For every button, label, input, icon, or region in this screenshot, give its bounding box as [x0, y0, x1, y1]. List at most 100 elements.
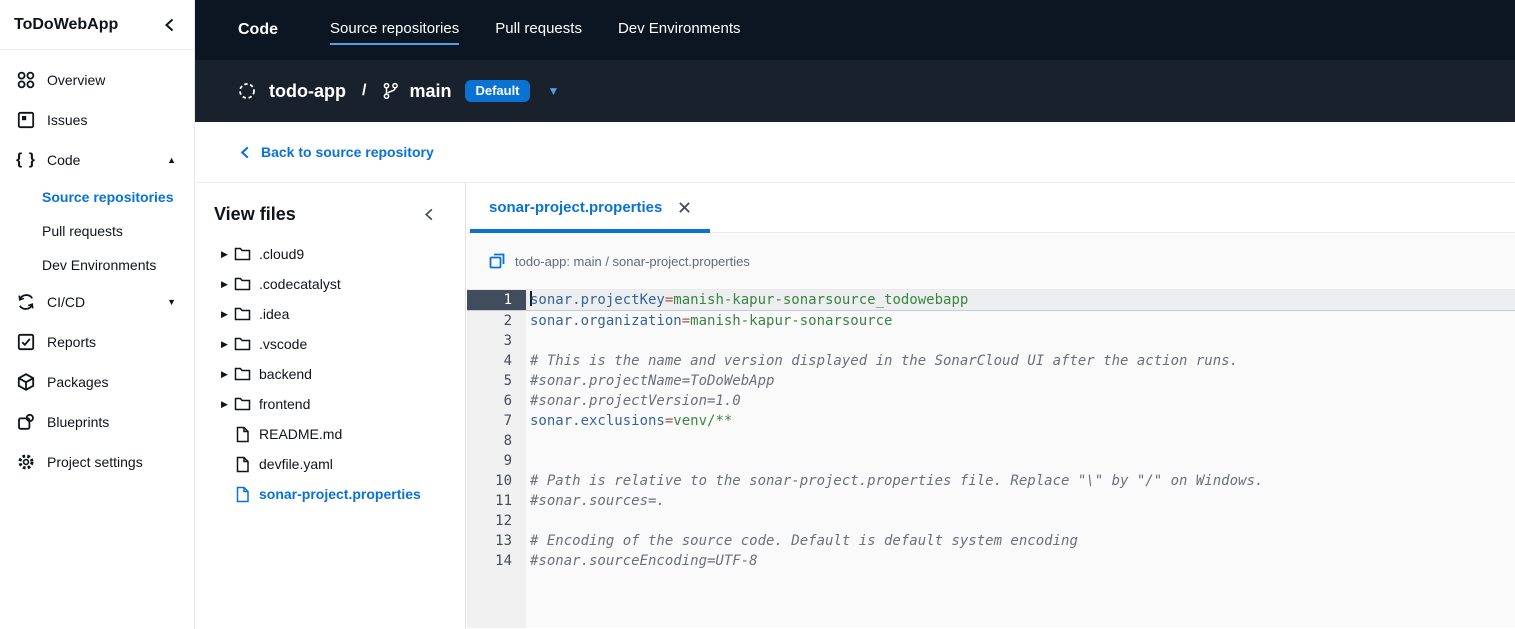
sidebar-item-pull-requests[interactable]: Pull requests	[0, 214, 194, 248]
line-number: 6	[503, 393, 512, 409]
close-tab-icon[interactable]	[678, 201, 691, 214]
view-files-panel: View files ▶ .cloud9 ▶ .codecatalyst ▶ .idea ▶…	[196, 183, 466, 629]
tree-item-label: devfile.yaml	[259, 456, 333, 472]
code-line-3[interactable]: 3	[467, 331, 1515, 351]
caret-up-icon[interactable]: ▲	[167, 155, 176, 165]
folder-icon	[233, 245, 251, 263]
panel-collapse-icon[interactable]	[422, 207, 437, 222]
tree-item-readme-md[interactable]: README.md	[196, 419, 465, 449]
sidebar-item-cicd[interactable]: CI/CD ▼	[0, 282, 194, 322]
code-line-12[interactable]: 12	[467, 511, 1515, 531]
line-number: 4	[503, 353, 512, 369]
tree-item-label: .idea	[259, 306, 290, 322]
code-line-5[interactable]: 5 #sonar.projectName=ToDoWebApp	[467, 371, 1515, 391]
file-icon	[233, 455, 251, 473]
back-to-source-repository-link[interactable]: Back to source repository	[238, 144, 434, 160]
line-number: 10	[495, 473, 512, 489]
sidebar-item-issues[interactable]: Issues	[0, 100, 194, 140]
sidebar-item-label: Dev Environments	[42, 257, 157, 273]
repo-separator: /	[361, 82, 367, 99]
code-line-7[interactable]: 7 sonar.exclusions=venv/**	[467, 411, 1515, 431]
sidebar-collapse-icon[interactable]	[162, 17, 178, 33]
expand-arrow-icon[interactable]: ▶	[221, 339, 233, 350]
project-sidebar: ToDoWebApp Overview Issues { } Code ▲ Source …	[0, 0, 195, 629]
tree-item-backend[interactable]: ▶ backend	[196, 359, 465, 389]
sidebar-item-code[interactable]: { } Code ▲	[0, 140, 194, 180]
top-tab-dev-environments[interactable]: Dev Environments	[612, 0, 747, 60]
issues-icon	[16, 110, 36, 130]
packages-icon	[16, 372, 36, 392]
file-tab-label: sonar-project.properties	[489, 199, 663, 216]
code-line-10[interactable]: 10 # Path is relative to the sonar-projec…	[467, 471, 1515, 491]
sidebar-item-overview[interactable]: Overview	[0, 60, 194, 100]
branch-dropdown-caret-icon[interactable]: ▼	[548, 84, 560, 98]
code-line-1[interactable]: 1 sonar.projectKey=manish-kapur-sonarsour…	[467, 290, 1515, 311]
tree-item-label: .codecatalyst	[259, 276, 341, 292]
view-files-title: View files	[214, 203, 296, 224]
folder-icon	[233, 395, 251, 413]
back-row: Back to source repository	[196, 122, 1515, 183]
chevron-left-icon	[240, 146, 249, 158]
sidebar-item-source-repositories[interactable]: Source repositories	[0, 180, 194, 214]
code-line-14[interactable]: 14 #sonar.sourceEncoding=UTF-8	[467, 551, 1515, 571]
line-number: 9	[503, 453, 512, 469]
code-editor[interactable]: 1 sonar.projectKey=manish-kapur-sonarsour…	[467, 290, 1515, 628]
code-line-content: #sonar.sources=.	[530, 493, 665, 509]
tree-item--cloud9[interactable]: ▶ .cloud9	[196, 239, 465, 269]
service-title: Code	[238, 21, 278, 38]
sidebar-item-label: Overview	[47, 72, 106, 88]
overview-icon	[16, 70, 36, 90]
sidebar-item-reports[interactable]: Reports	[0, 322, 194, 362]
project-title: ToDoWebApp	[14, 15, 119, 33]
settings-icon	[16, 452, 36, 472]
file-breadcrumb-bar: todo-app: main / sonar-project.propertie…	[467, 233, 1515, 290]
folder-icon	[233, 335, 251, 353]
code-line-13[interactable]: 13 # Encoding of the source code. Default…	[467, 531, 1515, 551]
line-number: 14	[495, 553, 512, 569]
line-number: 13	[495, 533, 512, 549]
top-tab-source-repositories[interactable]: Source repositories	[324, 0, 465, 60]
editor-tab-row: sonar-project.properties	[467, 183, 1515, 233]
default-branch-badge: Default	[465, 80, 530, 102]
line-number: 2	[503, 313, 512, 329]
file-tab[interactable]: sonar-project.properties	[467, 183, 713, 233]
tree-item-frontend[interactable]: ▶ frontend	[196, 389, 465, 419]
code-line-9[interactable]: 9	[467, 451, 1515, 471]
sidebar-item-label: CI/CD	[47, 294, 86, 310]
repo-name[interactable]: todo-app	[269, 81, 346, 102]
sidebar-item-blueprints[interactable]: Blueprints	[0, 402, 194, 442]
expand-arrow-icon[interactable]: ▶	[221, 249, 233, 260]
branch-name[interactable]: main	[409, 81, 451, 102]
top-tab-pull-requests[interactable]: Pull requests	[489, 0, 588, 60]
code-line-11[interactable]: 11 #sonar.sources=.	[467, 491, 1515, 511]
tree-item-sonar-project-properties[interactable]: sonar-project.properties	[196, 479, 465, 509]
expand-arrow-icon[interactable]: ▶	[221, 279, 233, 290]
top-tab-label: Source repositories	[330, 16, 460, 45]
tree-item-devfile-yaml[interactable]: devfile.yaml	[196, 449, 465, 479]
sidebar-item-dev-environments[interactable]: Dev Environments	[0, 248, 194, 282]
code-line-6[interactable]: 6 #sonar.projectVersion=1.0	[467, 391, 1515, 411]
caret-down-icon[interactable]: ▼	[167, 297, 176, 307]
code-line-8[interactable]: 8	[467, 431, 1515, 451]
code-line-4[interactable]: 4 # This is the name and version displaye…	[467, 351, 1515, 371]
sidebar-nav: Overview Issues { } Code ▲ Source repositorie…	[0, 50, 194, 482]
top-tabs: Source repositories Pull requests Dev Envi…	[324, 0, 771, 60]
tree-item-label: README.md	[259, 426, 343, 442]
expand-arrow-icon[interactable]: ▶	[221, 309, 233, 320]
copy-path-icon[interactable]	[489, 253, 505, 269]
tree-item--idea[interactable]: ▶ .idea	[196, 299, 465, 329]
code-line-content	[526, 331, 1515, 351]
line-number: 8	[503, 433, 512, 449]
expand-arrow-icon[interactable]: ▶	[221, 399, 233, 410]
tree-item-label: sonar-project.properties	[259, 486, 421, 502]
sidebar-item-label: Issues	[47, 112, 88, 128]
file-tree: ▶ .cloud9 ▶ .codecatalyst ▶ .idea ▶ .vscode ▶ bac…	[196, 239, 465, 509]
line-number: 1	[467, 290, 526, 310]
tree-item-label: backend	[259, 366, 312, 382]
sidebar-item-packages[interactable]: Packages	[0, 362, 194, 402]
tree-item--vscode[interactable]: ▶ .vscode	[196, 329, 465, 359]
code-line-2[interactable]: 2 sonar.organization=manish-kapur-sonarso…	[467, 311, 1515, 331]
expand-arrow-icon[interactable]: ▶	[221, 369, 233, 380]
sidebar-item-project-settings[interactable]: Project settings	[0, 442, 194, 482]
tree-item--codecatalyst[interactable]: ▶ .codecatalyst	[196, 269, 465, 299]
